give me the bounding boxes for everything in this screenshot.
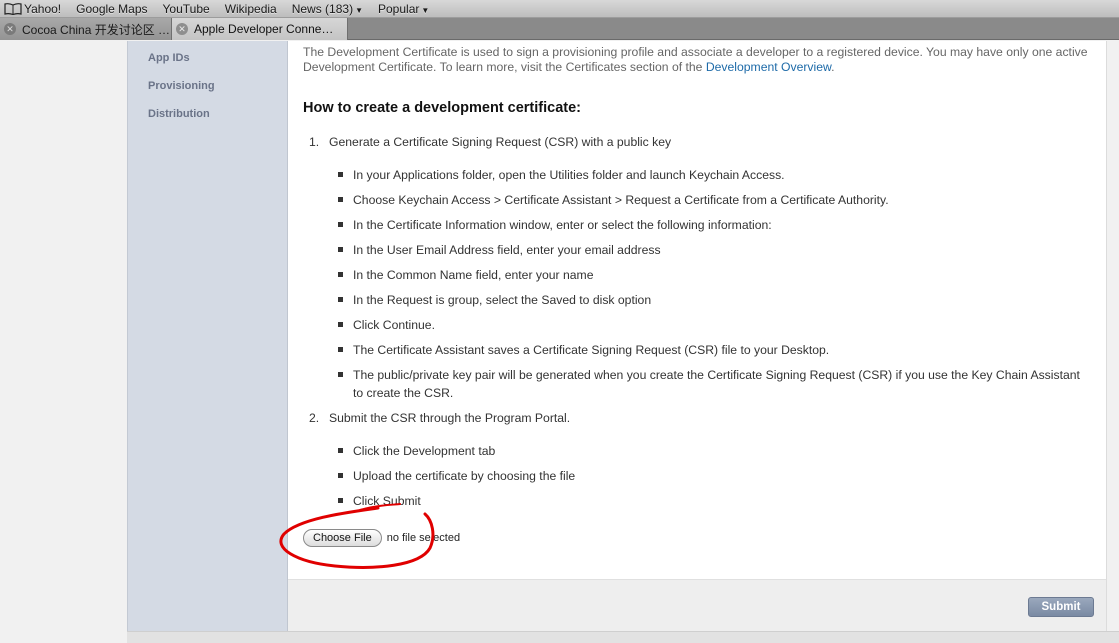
web-page: App IDs Provisioning Distribution The De… [0, 41, 1119, 643]
step-text: Submit the CSR through the Program Porta… [329, 411, 571, 425]
list-item: Choose Keychain Access > Certificate Ass… [353, 193, 889, 207]
submit-button[interactable]: Submit [1028, 597, 1094, 617]
step-text: Generate a Certificate Signing Request (… [329, 135, 672, 149]
close-icon[interactable]: ✕ [4, 23, 16, 35]
bookmark-yahoo[interactable]: Yahoo! [24, 2, 61, 16]
bookmark-news-folder[interactable]: News (183) ▼ [292, 2, 363, 16]
step-number: 2. [309, 411, 320, 425]
bookmark-popular-folder[interactable]: Popular ▼ [378, 2, 429, 16]
dropdown-arrow-icon: ▼ [355, 5, 363, 15]
close-icon[interactable]: ✕ [176, 23, 188, 35]
page-right-margin [1106, 41, 1119, 631]
bullet-icon [338, 222, 343, 227]
tab-label: Apple Developer Conne… [194, 22, 334, 36]
intro-paragraph: The Development Certificate is used to s… [303, 45, 1093, 75]
choose-file-button[interactable]: Choose File [303, 529, 382, 547]
dropdown-arrow-icon: ▼ [421, 5, 430, 15]
file-status-text: no file selected [386, 532, 461, 544]
bookmark-popular-label: Popular [378, 1, 420, 16]
bullet-icon [338, 247, 343, 252]
development-overview-link[interactable]: Development Overview [706, 60, 831, 74]
bullet-icon [338, 322, 343, 327]
tab-apple-developer[interactable]: ✕ Apple Developer Conne… [172, 18, 348, 40]
list-item: Click Continue. [353, 318, 435, 332]
bullet-icon [338, 297, 343, 302]
bookmarks-bar: Yahoo! Google Maps YouTube Wikipedia New… [0, 0, 1119, 18]
page-bottom-strip [127, 631, 1119, 643]
list-item: Upload the certificate by choosing the f… [353, 469, 576, 483]
bullet-icon [338, 347, 343, 352]
bullet-icon [338, 272, 343, 277]
tab-cocoa-china[interactable]: ✕ Cocoa China 开发讨论区 … [0, 18, 172, 40]
bookmark-news-label: News (183) [291, 1, 354, 16]
page-left-margin [0, 41, 127, 643]
sidebar: App IDs Provisioning Distribution [127, 41, 288, 633]
list-item: Click Submit [353, 494, 421, 508]
bullet-icon [338, 448, 343, 453]
form-footer: Submit [288, 579, 1106, 631]
tab-bar: ✕ Cocoa China 开发讨论区 … ✕ Apple Developer … [0, 18, 1119, 40]
sidebar-item-app-ids[interactable]: App IDs [148, 52, 190, 64]
list-item: The Certificate Assistant saves a Certif… [353, 343, 830, 357]
sidebar-item-provisioning[interactable]: Provisioning [148, 80, 215, 92]
bullet-icon [338, 372, 343, 377]
step-number: 1. [309, 135, 320, 149]
list-item: In your Applications folder, open the Ut… [353, 168, 785, 182]
bullet-icon [338, 172, 343, 177]
bullet-icon [338, 197, 343, 202]
bullet-icon [338, 473, 343, 478]
main-content: The Development Certificate is used to s… [288, 41, 1106, 579]
file-input: Choose File no file selected [303, 529, 460, 547]
bookmark-google-maps[interactable]: Google Maps [76, 2, 147, 16]
list-item: Click the Development tab [353, 444, 496, 458]
sidebar-item-distribution[interactable]: Distribution [148, 108, 210, 120]
bullet-icon [338, 498, 343, 503]
intro-text: The Development Certificate is used to s… [303, 45, 1088, 74]
list-item: In the User Email Address field, enter y… [353, 243, 661, 257]
list-item: In the Request is group, select the Save… [353, 293, 652, 307]
tab-label: Cocoa China 开发讨论区 … [22, 22, 171, 37]
list-item: The public/private key pair will be gene… [353, 368, 1080, 400]
bookmark-youtube[interactable]: YouTube [163, 2, 210, 16]
page-heading: How to create a development certificate: [303, 100, 581, 116]
list-item: In the Common Name field, enter your nam… [353, 268, 594, 282]
open-book-icon[interactable] [2, 0, 24, 18]
list-item: In the Certificate Information window, e… [353, 218, 772, 232]
bookmark-wikipedia[interactable]: Wikipedia [225, 2, 277, 16]
intro-end: . [831, 60, 835, 74]
